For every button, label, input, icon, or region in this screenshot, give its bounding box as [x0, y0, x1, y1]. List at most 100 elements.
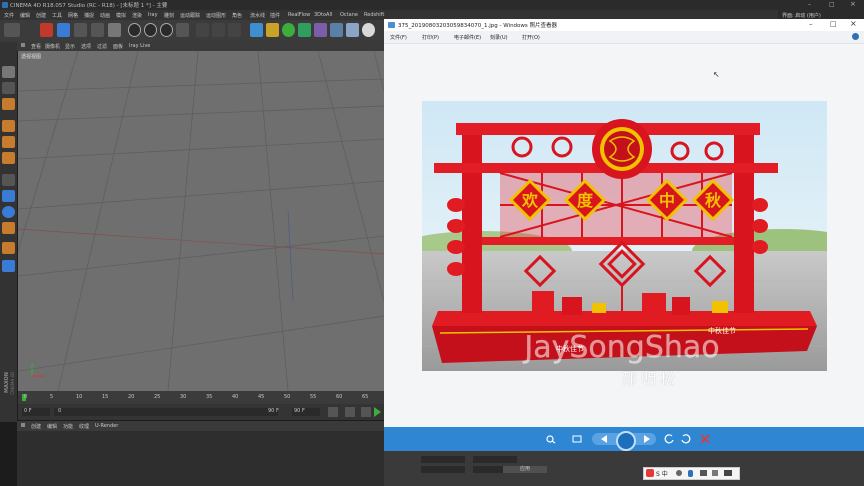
- menu-create[interactable]: 创建: [36, 12, 46, 19]
- viewer-close-icon[interactable]: ×: [850, 19, 857, 28]
- render-view-icon[interactable]: [196, 23, 209, 37]
- play-icon[interactable]: [374, 407, 381, 417]
- ime-toolbar[interactable]: S 中: [643, 467, 740, 480]
- rotate-right-icon[interactable]: [679, 434, 691, 444]
- menu-file[interactable]: 文件: [4, 12, 14, 19]
- menu-pipeline[interactable]: 流水线: [250, 12, 265, 19]
- viewer-menu-print[interactable]: 打印(P): [422, 34, 439, 41]
- material-menu-texture[interactable]: 纹理: [79, 423, 89, 430]
- menu-character[interactable]: 角色: [232, 12, 242, 19]
- coord-field-1[interactable]: [421, 456, 465, 463]
- grid-icon[interactable]: [2, 260, 15, 272]
- move-icon[interactable]: [57, 23, 70, 37]
- punctuation-icon[interactable]: [676, 470, 682, 476]
- previous-icon[interactable]: [598, 434, 610, 444]
- camera-icon[interactable]: [346, 23, 359, 37]
- render-settings-icon[interactable]: [228, 23, 241, 37]
- apply-button[interactable]: 应用: [503, 466, 547, 473]
- menu-motion-tracking[interactable]: 运动跟踪: [180, 12, 200, 19]
- viewer-menu-file[interactable]: 文件(F): [390, 34, 407, 41]
- polygons-mode-icon[interactable]: [2, 152, 15, 164]
- material-menu-function[interactable]: 功能: [63, 423, 73, 430]
- menu-octane[interactable]: Octane: [340, 12, 358, 18]
- maximize-icon[interactable]: □: [829, 1, 835, 8]
- viewer-minimize-icon[interactable]: –: [809, 20, 813, 28]
- sculpt-icon[interactable]: [2, 222, 15, 234]
- deformer-icon[interactable]: [314, 23, 327, 37]
- frame-range-slider[interactable]: 0: [54, 408, 278, 416]
- material-menu-create[interactable]: 创建: [31, 423, 41, 430]
- start-frame-field[interactable]: 0 F: [22, 408, 50, 416]
- viewport-menu-panel[interactable]: 面板: [113, 43, 123, 50]
- menu-mesh[interactable]: 网格: [68, 12, 78, 19]
- menu-iray[interactable]: Iray: [148, 12, 158, 18]
- delete-icon[interactable]: [699, 434, 711, 444]
- array-icon[interactable]: [298, 23, 311, 37]
- cube-icon[interactable]: [250, 23, 263, 37]
- viewport-menu-display[interactable]: 显示: [65, 43, 75, 50]
- microphone-icon[interactable]: [688, 470, 693, 477]
- photo-viewer-content[interactable]: ↖ 欢 度 中 秋 中秋佳节 中秋佳节 JaySongShao 邵明松: [384, 44, 864, 427]
- workplane-icon[interactable]: [2, 98, 15, 110]
- viewport-menu-iray[interactable]: Iray Live: [129, 43, 150, 49]
- viewer-menu-email[interactable]: 电子邮件(E): [454, 34, 481, 41]
- pen-icon[interactable]: [266, 23, 279, 37]
- undo-icon[interactable]: [4, 23, 20, 37]
- perspective-viewport[interactable]: 透视视图: [18, 51, 384, 391]
- menu-mograph[interactable]: 运动图形: [206, 12, 226, 19]
- material-manager-area[interactable]: [17, 431, 384, 486]
- locked-workplane-icon[interactable]: [2, 206, 15, 218]
- menu-render[interactable]: 渲染: [132, 12, 142, 19]
- material-menu-urender[interactable]: U-Render: [95, 423, 118, 429]
- z-axis-icon[interactable]: [160, 23, 173, 37]
- material-menu-edit[interactable]: 编辑: [47, 423, 57, 430]
- coord-system-icon[interactable]: [176, 23, 189, 37]
- subdivision-icon[interactable]: [282, 23, 295, 37]
- menu-realflow[interactable]: RealFlow: [288, 12, 310, 18]
- toolbox-icon[interactable]: [724, 470, 732, 476]
- skin-icon[interactable]: [712, 470, 718, 476]
- minimize-icon[interactable]: –: [808, 1, 811, 8]
- model-mode-icon[interactable]: [2, 66, 15, 78]
- timeline-ruler[interactable]: 0 5 10 15 20 25 30 35 40 45 50 55 60 65: [18, 391, 384, 404]
- viewport-menu-camera[interactable]: 摄像机: [45, 43, 60, 50]
- slideshow-button[interactable]: [616, 431, 636, 451]
- sogou-ime-icon[interactable]: [646, 469, 654, 477]
- prev-frame-icon[interactable]: [345, 407, 355, 417]
- snap-icon[interactable]: [2, 190, 15, 202]
- viewport-menu-filter[interactable]: 过滤: [97, 43, 107, 50]
- viewport-menu-view[interactable]: 查看: [31, 43, 41, 50]
- next-icon[interactable]: [641, 434, 653, 444]
- help-icon[interactable]: [852, 33, 859, 40]
- viewport-menu-icon[interactable]: [21, 43, 25, 47]
- menu-animate[interactable]: 动画: [100, 12, 110, 19]
- close-icon[interactable]: ×: [850, 0, 856, 8]
- material-menu-icon[interactable]: [21, 423, 25, 427]
- go-start-icon[interactable]: [328, 407, 338, 417]
- viewer-maximize-icon[interactable]: □: [830, 20, 837, 28]
- ime-mode-label[interactable]: S 中: [656, 469, 668, 478]
- play-reverse-icon[interactable]: [361, 407, 371, 417]
- coord-field-2[interactable]: [473, 456, 517, 463]
- menu-3dtoall[interactable]: 3DtoAll: [314, 12, 332, 18]
- viewer-menu-burn[interactable]: 刻录(U): [490, 34, 508, 41]
- coord-field-3[interactable]: [421, 466, 465, 473]
- y-axis-icon[interactable]: [144, 23, 157, 37]
- light-icon[interactable]: [362, 23, 375, 37]
- rotate-left-icon[interactable]: [664, 434, 676, 444]
- viewport-menu-options[interactable]: 选项: [81, 43, 91, 50]
- menu-edit[interactable]: 编辑: [20, 12, 30, 19]
- last-tool-icon[interactable]: [108, 23, 121, 37]
- zoom-icon[interactable]: [545, 434, 557, 444]
- scale-icon[interactable]: [74, 23, 87, 37]
- floor-icon[interactable]: [330, 23, 343, 37]
- axis-mode-icon[interactable]: [2, 174, 15, 186]
- viewer-menu-open[interactable]: 打开(O): [522, 34, 540, 41]
- end-frame-field[interactable]: 90 F: [292, 408, 320, 416]
- select-icon[interactable]: [40, 23, 53, 37]
- rotate-icon[interactable]: [91, 23, 104, 37]
- menu-redshift[interactable]: Redshift: [364, 12, 384, 18]
- paint-icon[interactable]: [2, 242, 15, 254]
- actual-size-icon[interactable]: [571, 434, 583, 444]
- render-picture-icon[interactable]: [212, 23, 225, 37]
